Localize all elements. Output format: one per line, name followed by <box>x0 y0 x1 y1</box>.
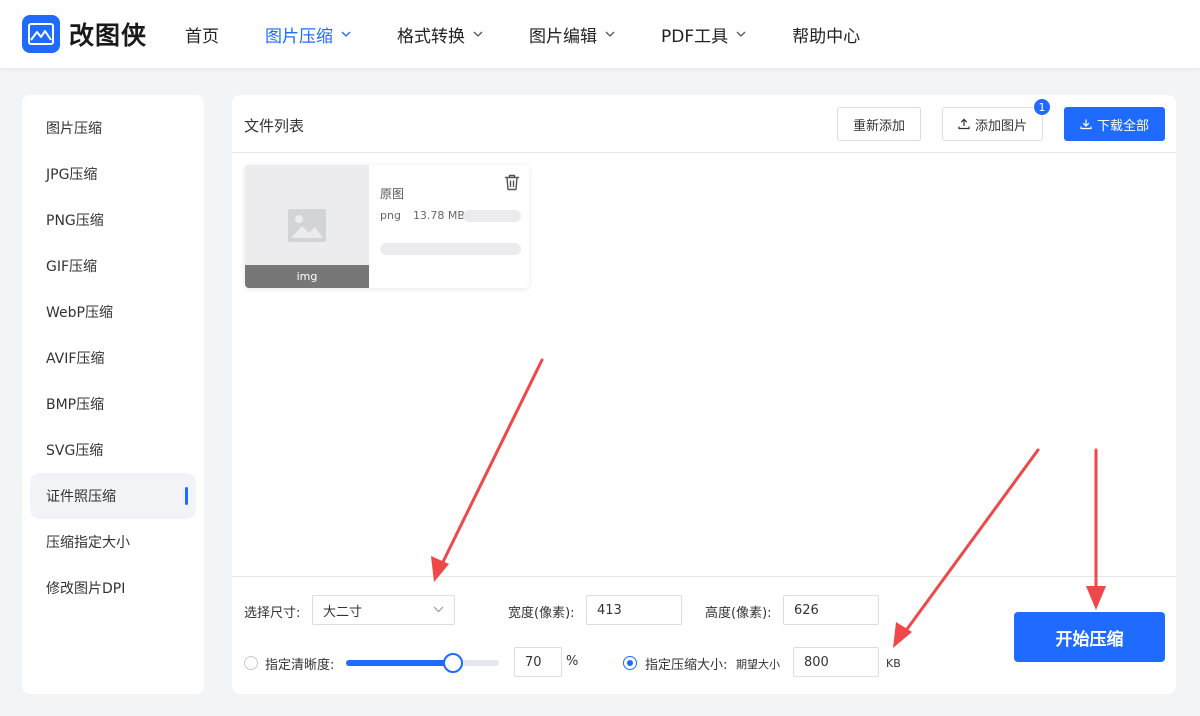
file-progress-placeholder <box>380 243 521 255</box>
compress-options: 选择尺寸: 大二寸 宽度(像素): 413 高度(像素): 626 指定清晰度:… <box>232 576 1176 694</box>
sidebar-item-label: BMP压缩 <box>46 397 105 413</box>
image-placeholder-icon <box>288 209 326 242</box>
start-compress-button[interactable]: 开始压缩 <box>1014 612 1165 662</box>
brand-logo[interactable]: 改图侠 <box>22 15 147 53</box>
download-all-button-label: 下载全部 <box>1096 118 1149 134</box>
nav-image-compress[interactable]: 图片压缩 <box>265 22 351 47</box>
target-size-label: 指定压缩大小: <box>645 658 728 673</box>
readd-button-label: 重新添加 <box>852 118 905 134</box>
sidebar-item-webp-compress[interactable]: WebP压缩 <box>30 289 196 335</box>
sidebar-item-label: PNG压缩 <box>46 213 104 229</box>
height-input[interactable]: 626 <box>783 595 879 625</box>
start-compress-button-label: 开始压缩 <box>1055 629 1124 650</box>
sidebar-item-label: SVG压缩 <box>46 443 104 459</box>
nav-pdf-tools[interactable]: PDF工具 <box>661 22 746 47</box>
target-size-unit: KB <box>886 657 901 670</box>
add-image-button-label: 添加图片 <box>974 118 1027 134</box>
nav-image-edit[interactable]: 图片编辑 <box>529 22 615 47</box>
sidebar-item-png-compress[interactable]: PNG压缩 <box>30 197 196 243</box>
sidebar-item-label: AVIF压缩 <box>46 351 105 367</box>
size-select-value: 大二寸 <box>323 604 363 620</box>
file-result-placeholder <box>463 210 521 222</box>
clarity-input[interactable]: 70 <box>514 647 562 677</box>
chevron-down-icon <box>341 31 351 37</box>
chevron-down-icon <box>433 606 444 613</box>
trash-icon[interactable] <box>504 174 520 191</box>
sidebar-item-image-compress[interactable]: 图片压缩 <box>30 105 196 151</box>
sidebar-item-label: 图片压缩 <box>46 121 102 137</box>
main-panel: 文件列表 重新添加 添加图片 1 下载全部 img 原图 png 13.78 MB <box>232 95 1176 694</box>
target-size-input[interactable]: 800 <box>793 647 879 677</box>
clarity-slider[interactable] <box>346 653 499 673</box>
main-nav: 首页 图片压缩 格式转换 图片编辑 PDF工具 帮助中心 <box>185 0 906 68</box>
file-size: 13.78 MB <box>412 209 465 222</box>
file-meta: png 13.78 MB <box>380 209 465 222</box>
sidebar-item-id-photo-compress[interactable]: 证件照压缩 <box>30 473 196 519</box>
nav-home-label: 首页 <box>185 26 219 47</box>
clarity-slider-fill <box>346 660 454 666</box>
sidebar-item-svg-compress[interactable]: SVG压缩 <box>30 427 196 473</box>
sidebar-item-label: 证件照压缩 <box>46 489 116 505</box>
file-name: 原图 <box>380 187 405 201</box>
download-icon <box>1080 119 1092 130</box>
brand-name: 改图侠 <box>69 21 148 50</box>
nav-format-convert[interactable]: 格式转换 <box>397 22 483 47</box>
sidebar-item-label: 修改图片DPI <box>46 581 126 597</box>
nav-home[interactable]: 首页 <box>185 22 219 47</box>
file-card[interactable]: img 原图 png 13.78 MB <box>245 165 529 288</box>
file-count-badge: 1 <box>1033 98 1051 116</box>
nav-image-compress-label: 图片压缩 <box>265 26 333 47</box>
file-list-header: 文件列表 重新添加 添加图片 1 下载全部 <box>232 95 1176 153</box>
clarity-unit: % <box>566 654 579 669</box>
download-all-button[interactable]: 下载全部 <box>1064 107 1165 141</box>
file-list-title: 文件列表 <box>244 117 305 135</box>
clarity-radio[interactable] <box>244 656 258 670</box>
nav-help-center-label: 帮助中心 <box>792 26 861 47</box>
sidebar-item-compress-to-size[interactable]: 压缩指定大小 <box>30 519 196 565</box>
sidebar-item-label: 压缩指定大小 <box>46 535 130 551</box>
sidebar-item-label: JPG压缩 <box>46 167 98 183</box>
sidebar: 图片压缩 JPG压缩 PNG压缩 GIF压缩 WebP压缩 AVIF压缩 BMP… <box>22 95 204 694</box>
nav-image-edit-label: 图片编辑 <box>529 26 597 47</box>
sidebar-item-avif-compress[interactable]: AVIF压缩 <box>30 335 196 381</box>
height-input-value: 626 <box>794 602 819 618</box>
readd-button[interactable]: 重新添加 <box>837 107 921 141</box>
chevron-down-icon <box>473 31 483 37</box>
sidebar-item-label: WebP压缩 <box>46 305 113 321</box>
nav-format-convert-label: 格式转换 <box>397 26 465 47</box>
target-size-input-value: 800 <box>804 654 829 670</box>
width-label: 宽度(像素): <box>508 606 575 621</box>
file-format: png <box>380 209 401 222</box>
target-size-hint: 期望大小 <box>736 658 780 671</box>
sidebar-item-gif-compress[interactable]: GIF压缩 <box>30 243 196 289</box>
logo-mountain-icon <box>22 15 60 53</box>
width-input-value: 413 <box>597 602 622 618</box>
top-header: 改图侠 首页 图片压缩 格式转换 图片编辑 PDF工具 帮助中心 <box>0 0 1200 68</box>
size-select[interactable]: 大二寸 <box>312 595 455 625</box>
clarity-label: 指定清晰度: <box>265 658 335 673</box>
upload-icon <box>958 118 970 130</box>
sidebar-item-label: GIF压缩 <box>46 259 98 275</box>
width-input[interactable]: 413 <box>586 595 682 625</box>
sidebar-item-change-dpi[interactable]: 修改图片DPI <box>30 565 196 611</box>
chevron-down-icon <box>736 31 746 37</box>
size-select-label: 选择尺寸: <box>244 606 301 621</box>
height-label: 高度(像素): <box>705 606 772 621</box>
chevron-down-icon <box>605 31 615 37</box>
target-size-radio[interactable] <box>623 656 637 670</box>
clarity-slider-handle[interactable] <box>443 653 464 673</box>
sidebar-item-jpg-compress[interactable]: JPG压缩 <box>30 151 196 197</box>
thumbnail-label: img <box>245 265 369 288</box>
add-image-button[interactable]: 添加图片 <box>942 107 1043 141</box>
file-thumbnail: img <box>245 165 369 288</box>
clarity-input-value: 70 <box>525 654 542 670</box>
sidebar-item-bmp-compress[interactable]: BMP压缩 <box>30 381 196 427</box>
nav-help-center[interactable]: 帮助中心 <box>792 22 860 47</box>
nav-pdf-tools-label: PDF工具 <box>661 26 729 47</box>
